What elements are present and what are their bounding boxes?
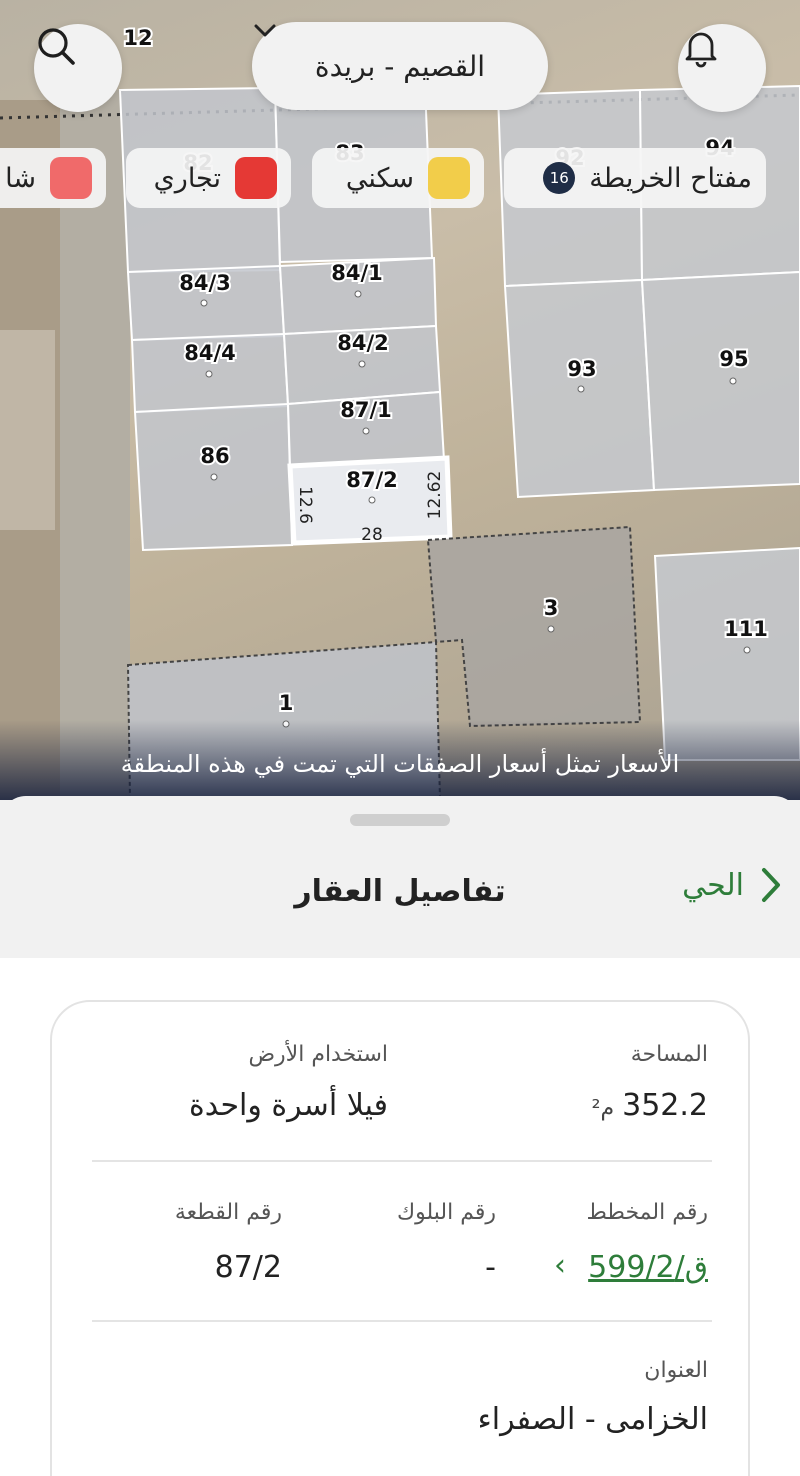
address-label: العنوان (644, 1358, 708, 1383)
plot-label-3: 3 (544, 596, 559, 620)
other-swatch (50, 157, 92, 199)
divider (92, 1320, 712, 1322)
map-price-note-text: الأسعار تمثل أسعار الصفقات التي تمت في ه… (120, 750, 680, 778)
plot-label-87-1: 87/1 (340, 398, 392, 422)
chevron-right-icon (762, 868, 780, 902)
notifications-button[interactable] (678, 24, 766, 112)
block-number-value: - (485, 1250, 496, 1285)
land-use-label: استخدام الأرض (248, 1042, 388, 1067)
residential-swatch (428, 157, 470, 199)
plot-label-84-1: 84/1 (331, 261, 383, 285)
map-corner-number: 12 (123, 26, 152, 50)
neighbor-plot (0, 330, 55, 530)
plot-3[interactable] (426, 525, 642, 728)
plot-dot (362, 427, 370, 435)
filter-chip-other[interactable]: شا (0, 148, 106, 208)
property-details-card: المساحة 352.2 م² استخدام الأرض فيلا أسرة… (50, 1000, 750, 1476)
divider (92, 1160, 712, 1162)
plot-label-84-4: 84/4 (184, 341, 236, 365)
plot-dot (743, 646, 751, 654)
plot-dot (205, 370, 213, 378)
commercial-swatch (235, 157, 277, 199)
plot-label-1: 1 (279, 691, 294, 715)
block-number-label: رقم البلوك (396, 1200, 496, 1225)
chevron-down-icon (254, 24, 276, 37)
filter-chip-commercial[interactable]: تجاري (126, 148, 291, 208)
area-label: المساحة (630, 1042, 708, 1067)
search-icon (38, 28, 75, 65)
region-dropdown[interactable]: القصيم - بريدة (252, 22, 548, 110)
plot-number-label: رقم القطعة (174, 1200, 282, 1225)
plot-number-value: 87/2 (214, 1250, 282, 1285)
plot-label-95: 95 (719, 347, 748, 371)
map-legend-badge: 16 (543, 162, 576, 194)
area-unit: م² (591, 1096, 615, 1121)
plot-dot (200, 299, 208, 307)
plot-dot (368, 496, 376, 504)
filter-chip-residential-label: سكني (345, 162, 414, 194)
dimension-bottom: 28 (361, 525, 383, 545)
filter-chip-residential[interactable]: سكني (312, 148, 484, 208)
neighborhood-back-button[interactable]: الحي (682, 866, 782, 904)
plot-label-86: 86 (200, 444, 229, 468)
plot-label-93: 93 (567, 357, 596, 381)
land-use-value: فيلا أسرة واحدة (189, 1088, 388, 1123)
plot-label-87-2: 87/2 (346, 468, 398, 492)
plot-95[interactable] (640, 270, 800, 492)
plan-number-link[interactable]: ق/599/2 (588, 1250, 708, 1285)
plot-dot (354, 290, 362, 298)
map-legend-label: مفتاح الخريطة (589, 162, 752, 194)
plot-label-84-3: 84/3 (179, 271, 231, 295)
filter-chip-commercial-label: تجاري (153, 162, 221, 194)
filter-chip-other-label: شا (5, 162, 36, 194)
dimension-right: 12.62 (425, 471, 445, 520)
sheet-title: تفاصيل العقار (294, 874, 506, 909)
sheet-drag-handle[interactable] (350, 814, 450, 826)
map-price-note: الأسعار تمثل أسعار الصفقات التي تمت في ه… (0, 720, 800, 800)
chevron-left-icon: ‹ (554, 1248, 566, 1283)
address-value: الخزامى - الصفراء (477, 1402, 708, 1437)
map-legend-button[interactable]: مفتاح الخريطة 16 (504, 148, 766, 208)
plot-dot (547, 625, 555, 633)
plot-dot (210, 473, 218, 481)
map-view[interactable]: 83 82 92 94 84/3 84/1 84/4 84/2 93 95 87… (0, 0, 800, 800)
region-label: القصيم - بريدة (314, 49, 486, 83)
dimension-left: 12.6 (295, 486, 315, 524)
plot-dot (358, 360, 366, 368)
plot-dot (577, 385, 585, 393)
area-field: 352.2 م² (592, 1088, 708, 1123)
map-canvas[interactable]: 83 82 92 94 84/3 84/1 84/4 84/2 93 95 87… (0, 0, 800, 800)
plot-dot (729, 377, 737, 385)
bell-icon (685, 32, 717, 68)
property-details-sheet: تفاصيل العقار الحي المساحة 352.2 م² استخ… (0, 796, 800, 1476)
plot-label-111: 111 (724, 617, 768, 641)
plan-number-label: رقم المخطط (586, 1200, 708, 1225)
search-button[interactable] (34, 24, 122, 112)
sheet-header: تفاصيل العقار الحي (0, 836, 800, 956)
plan-number-value: ق/599/2 (588, 1250, 708, 1285)
neighborhood-back-label: الحي (682, 867, 744, 903)
plot-label-84-2: 84/2 (337, 331, 389, 355)
area-value: 352.2 (622, 1088, 708, 1123)
